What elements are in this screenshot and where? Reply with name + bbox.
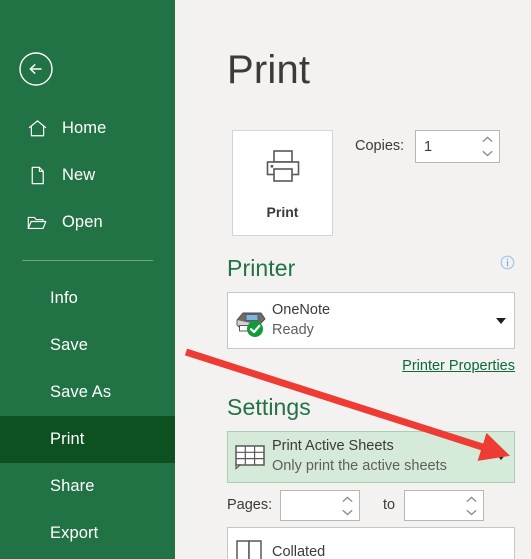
sidebar-item-label: Home xyxy=(62,119,107,137)
sidebar-item-print[interactable]: Print xyxy=(0,416,175,463)
sidebar-item-info[interactable]: Info xyxy=(0,275,175,322)
printer-select-text: OneNote Ready xyxy=(272,301,488,340)
sidebar-item-save[interactable]: Save xyxy=(0,322,175,369)
collation-text: Collated xyxy=(272,543,488,559)
print-pane: Print Print Copies: 1 Printer OneNote Re… xyxy=(175,0,531,559)
copies-stepper-arrows xyxy=(481,131,494,162)
sidebar-item-label: New xyxy=(62,166,96,184)
printer-name: OneNote xyxy=(272,301,331,318)
sidebar-item-label: Save xyxy=(50,336,89,354)
copies-stepper[interactable]: 1 xyxy=(415,130,500,163)
stepper-up-icon[interactable] xyxy=(342,496,353,503)
sidebar-divider xyxy=(22,260,153,261)
pages-from-stepper[interactable] xyxy=(280,490,360,521)
print-button-label: Print xyxy=(266,203,299,220)
sidebar-item-label: Share xyxy=(50,477,95,495)
sidebar-item-label: Print xyxy=(50,430,85,448)
print-range-select[interactable]: Print Active Sheets Only print the activ… xyxy=(227,431,515,483)
settings-section-heading: Settings xyxy=(227,394,311,420)
copies-label: Copies: xyxy=(355,138,405,154)
printer-status: Ready xyxy=(272,321,314,338)
pages-to-stepper[interactable] xyxy=(404,490,484,521)
sidebar-item-share[interactable]: Share xyxy=(0,463,175,510)
print-range-subtitle: Only print the active sheets xyxy=(272,458,447,474)
collation-title: Collated xyxy=(272,544,326,559)
print-backstage-view: Home New Open Info Save Save As Print Sh… xyxy=(0,0,531,559)
sidebar-item-open[interactable]: Open xyxy=(0,199,175,246)
pages-from-stepper-arrows xyxy=(341,491,354,520)
sidebar-item-home[interactable]: Home xyxy=(0,105,175,152)
pages-label: Pages: xyxy=(227,497,273,513)
printer-select[interactable]: OneNote Ready xyxy=(227,292,515,349)
printer-device-icon xyxy=(228,304,272,338)
sidebar-item-new[interactable]: New xyxy=(0,152,175,199)
back-arrow-circle-icon[interactable] xyxy=(17,50,55,88)
printer-properties-link[interactable]: Printer Properties xyxy=(402,358,515,374)
pages-to-label: to xyxy=(383,497,396,513)
collation-select[interactable]: Collated xyxy=(227,527,515,559)
print-button[interactable]: Print xyxy=(232,130,333,236)
new-document-icon xyxy=(26,165,48,187)
collate-pages-icon xyxy=(228,538,272,559)
print-range-title: Print Active Sheets xyxy=(272,438,394,455)
worksheet-grid-icon xyxy=(228,442,272,472)
sidebar-nav-list: Home New Open Info Save Save As Print Sh… xyxy=(0,105,175,557)
pages-to-stepper-arrows xyxy=(465,491,478,520)
sidebar-item-save-as[interactable]: Save As xyxy=(0,369,175,416)
chevron-down-icon[interactable] xyxy=(488,317,514,324)
printer-section-heading: Printer xyxy=(227,255,296,281)
stepper-up-icon[interactable] xyxy=(466,496,477,503)
info-circle-icon[interactable] xyxy=(500,255,515,270)
chevron-down-icon[interactable] xyxy=(488,454,514,460)
printer-icon xyxy=(260,147,306,194)
stepper-down-icon[interactable] xyxy=(482,150,493,157)
sidebar-item-label: Info xyxy=(50,289,78,307)
backstage-sidebar: Home New Open Info Save Save As Print Sh… xyxy=(0,0,175,559)
home-icon xyxy=(26,118,48,140)
sidebar-item-export[interactable]: Export xyxy=(0,510,175,557)
sidebar-item-label: Open xyxy=(62,213,103,231)
sidebar-item-label: Save As xyxy=(50,383,112,401)
sidebar-item-label: Export xyxy=(50,524,99,542)
copies-value: 1 xyxy=(424,138,433,155)
stepper-down-icon[interactable] xyxy=(466,509,477,516)
chevron-down-icon[interactable] xyxy=(488,539,514,559)
page-title: Print xyxy=(227,48,311,92)
stepper-up-icon[interactable] xyxy=(482,136,493,143)
print-range-text: Print Active Sheets Only print the activ… xyxy=(272,437,488,476)
open-folder-icon xyxy=(26,212,48,234)
stepper-down-icon[interactable] xyxy=(342,509,353,516)
